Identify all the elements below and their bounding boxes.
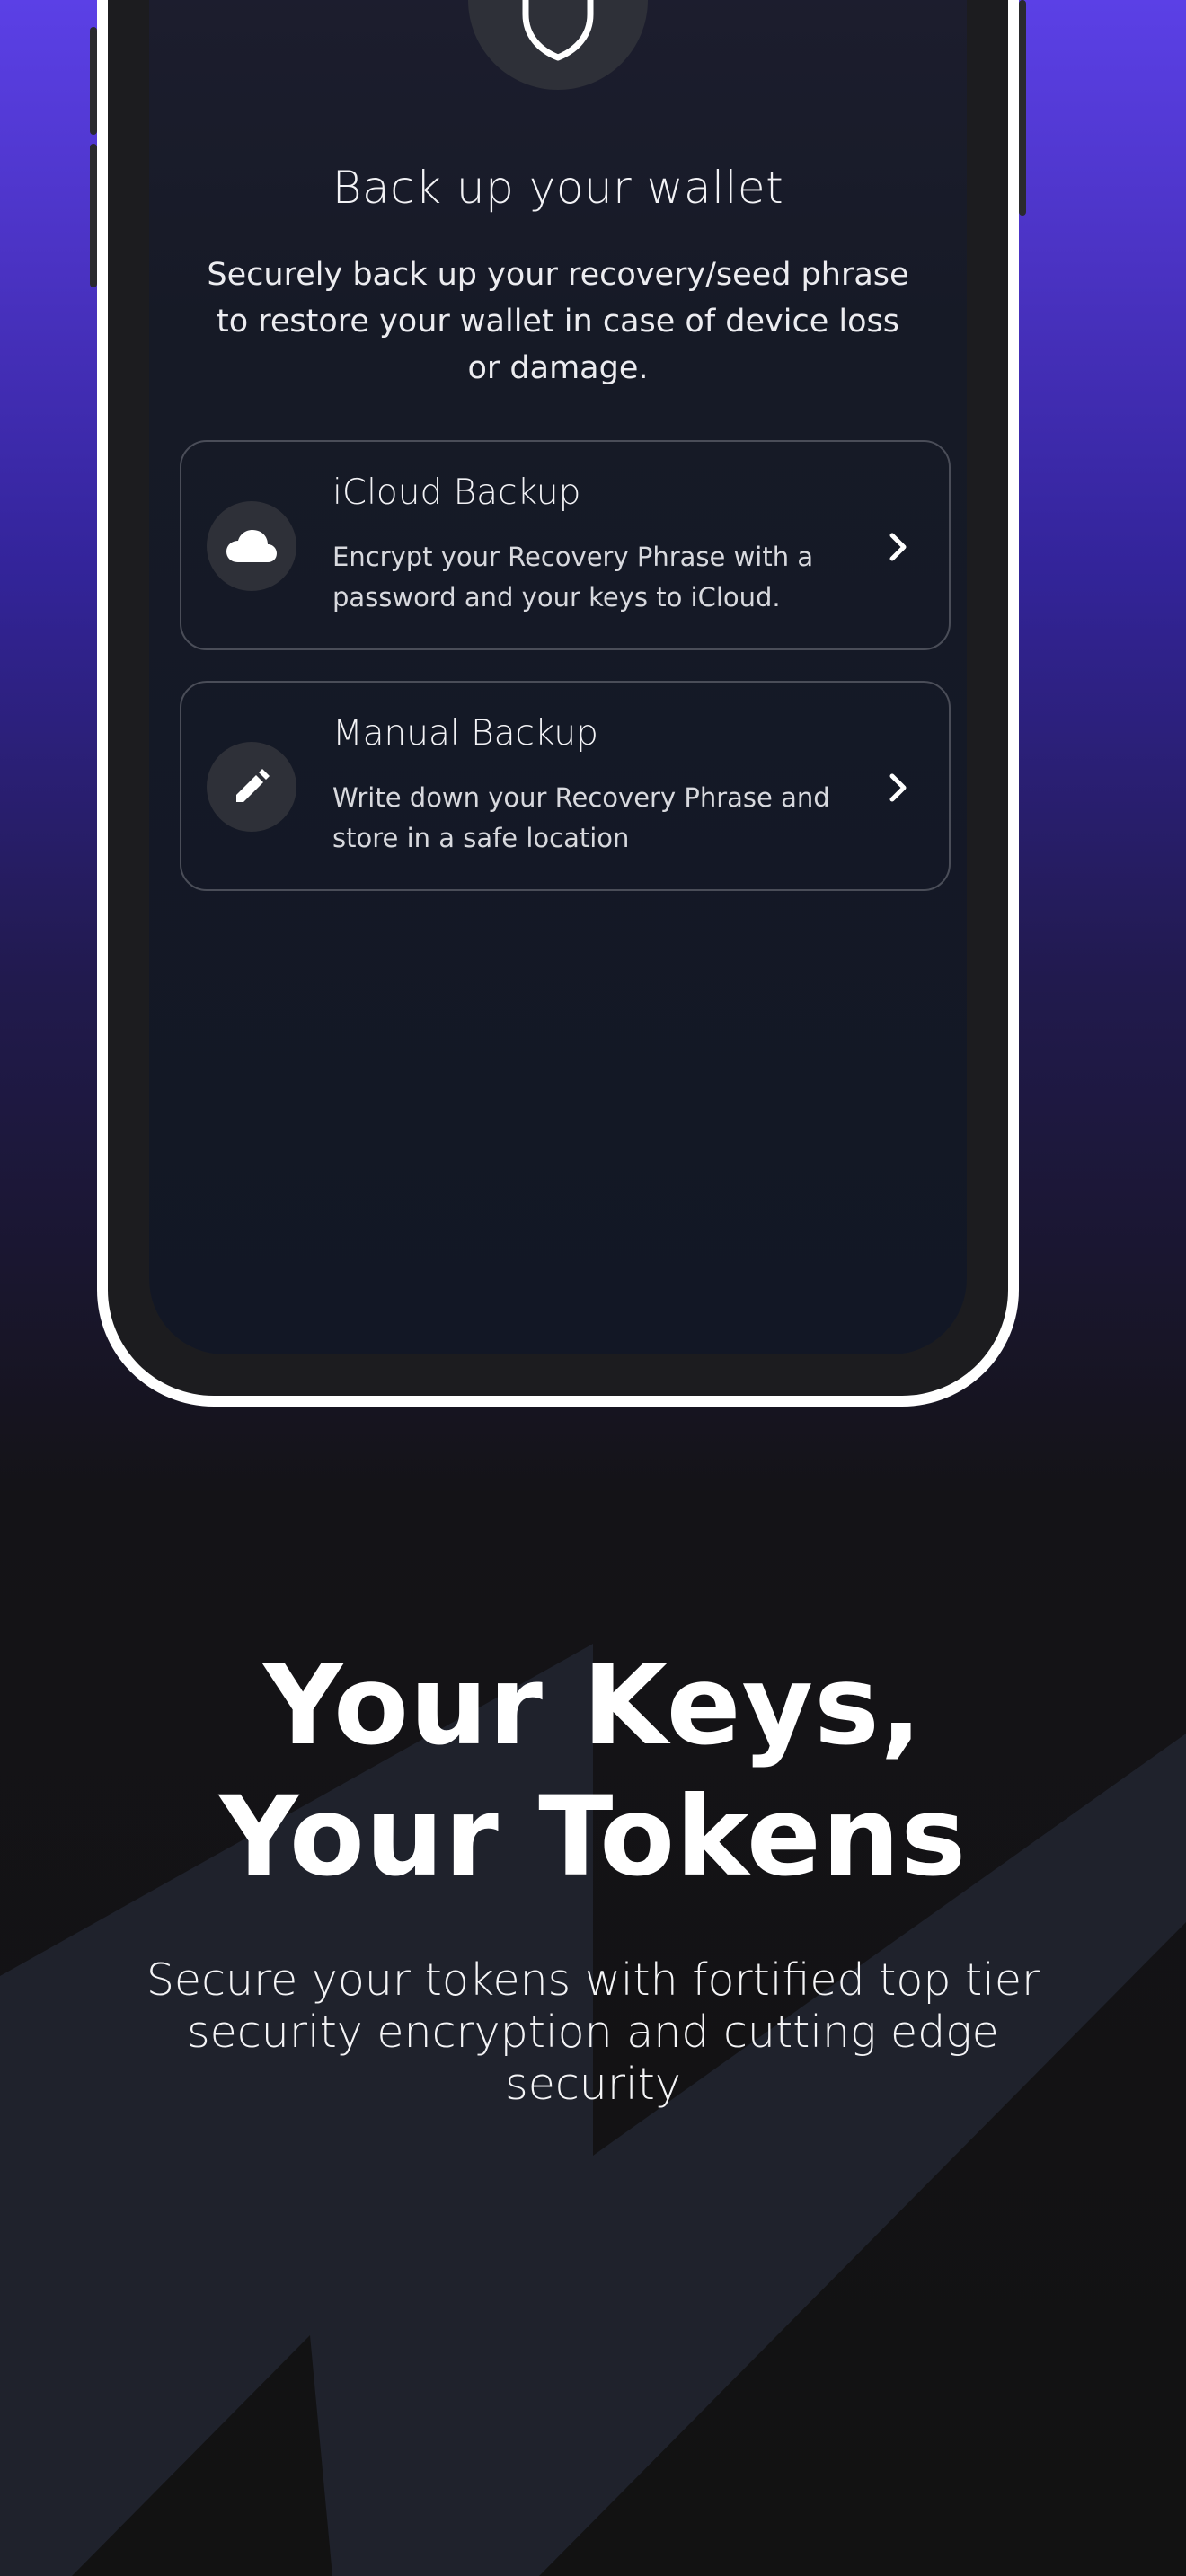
phone-frame: Back up your wallet Securely back up you…	[90, 0, 1026, 1407]
manual-backup-option[interactable]: Manual Backup Write down your Recovery P…	[180, 681, 951, 891]
option-icon-circle	[207, 501, 296, 591]
phone-screen: Back up your wallet Securely back up you…	[149, 0, 967, 1354]
phone-volume-button	[90, 144, 97, 287]
screen-description: Securely back up your recovery/seed phra…	[207, 257, 909, 386]
phone-volume-button	[90, 27, 97, 135]
option-description: Encrypt your Recovery Phrase with a pass…	[332, 542, 814, 613]
icloud-backup-option[interactable]: iCloud Backup Encrypt your Recovery Phra…	[180, 440, 951, 650]
option-title: Manual Backup	[332, 713, 598, 754]
marketing-headline: Your Keys, Your Tokens	[0, 1640, 1186, 1902]
headline-line-1: Your Keys,	[262, 1642, 924, 1769]
phone-power-button	[1019, 0, 1026, 216]
shield-icon	[522, 0, 594, 61]
headline-line-2: Your Tokens	[218, 1773, 968, 1901]
marketing-subline: Secure your tokens with fortified top ti…	[146, 1954, 1040, 2110]
screen-title: Back up your wallet	[332, 162, 784, 214]
chevron-right-icon	[879, 765, 918, 810]
app-store-screenshot: Back up your wallet Securely back up you…	[0, 0, 1186, 2576]
option-icon-circle	[207, 742, 296, 832]
phone-bezel: Back up your wallet Securely back up you…	[108, 0, 1008, 1396]
option-title: iCloud Backup	[332, 472, 581, 513]
option-description: Write down your Recovery Phrase and stor…	[332, 782, 830, 853]
shield-icon-circle	[468, 0, 648, 90]
cloud-icon	[226, 530, 277, 562]
pencil-icon	[236, 769, 270, 802]
chevron-right-icon	[879, 525, 918, 569]
